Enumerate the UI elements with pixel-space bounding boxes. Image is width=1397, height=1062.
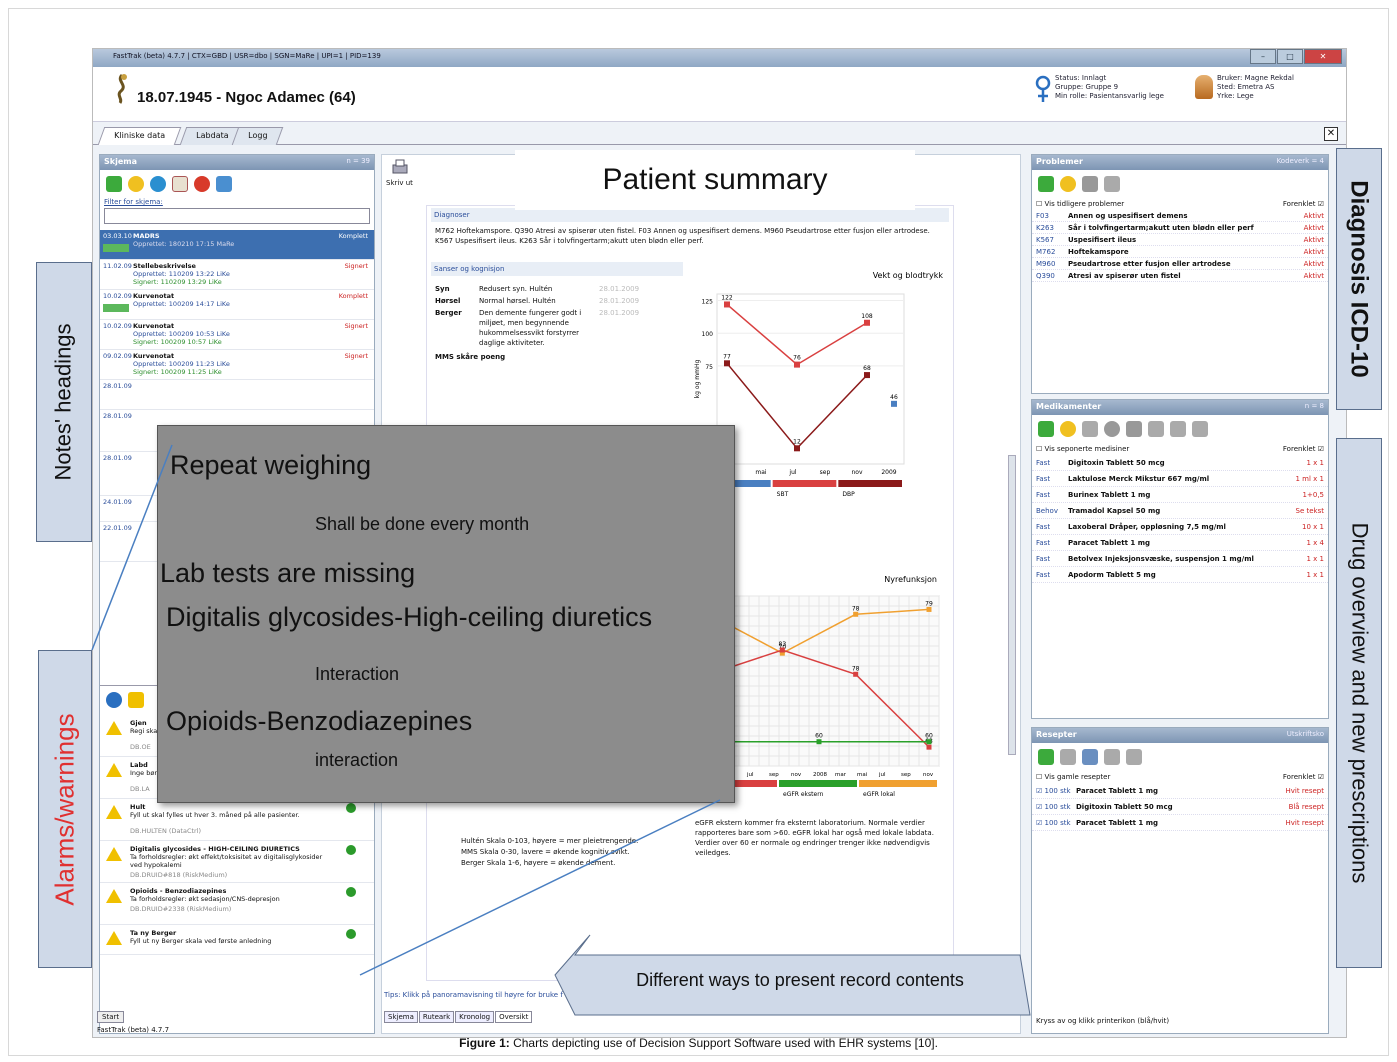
figure-caption: Figure 1: Charts depicting use of Decisi… xyxy=(459,1036,938,1050)
annotation-pointers xyxy=(91,444,1031,1016)
different-ways-label: Different ways to present record content… xyxy=(636,970,964,990)
